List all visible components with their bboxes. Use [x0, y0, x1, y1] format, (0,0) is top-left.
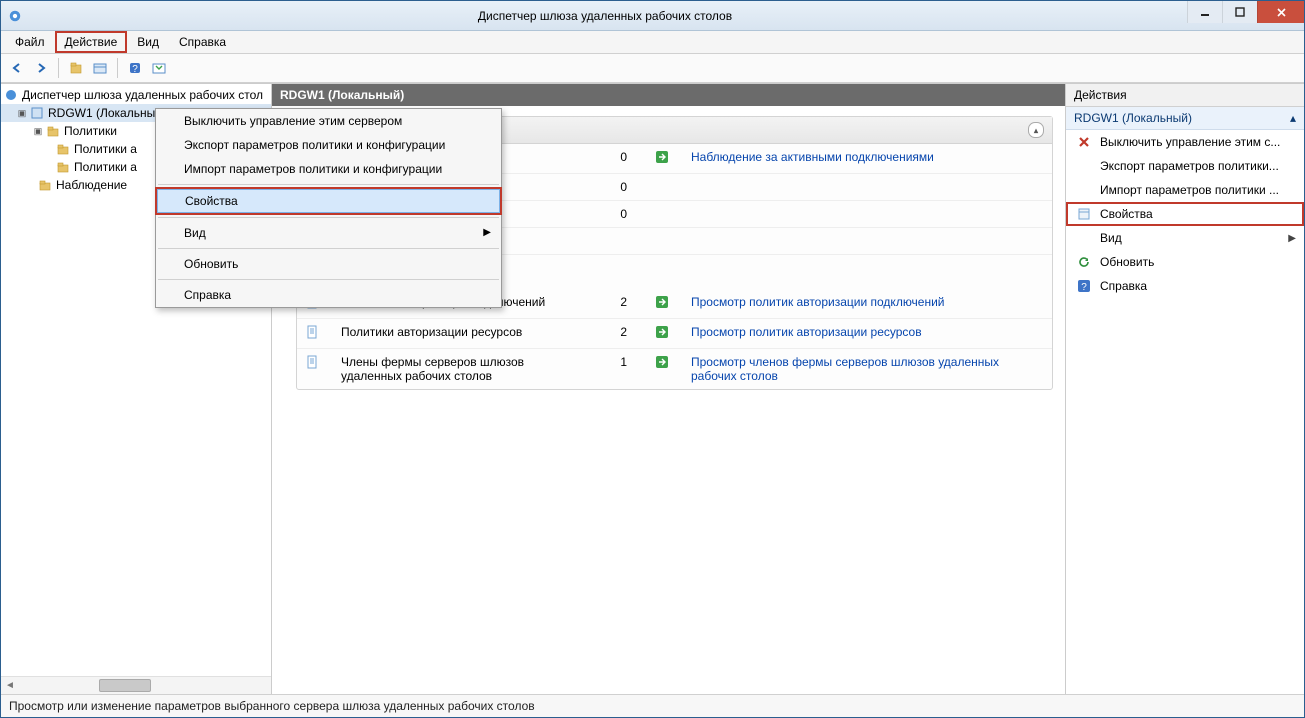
gateway-icon: [3, 87, 19, 103]
toolbar-btn-1[interactable]: [66, 58, 86, 78]
server-icon: [29, 105, 45, 121]
stats-link[interactable]: Просмотр политик авторизации ресурсов: [691, 325, 922, 339]
tree-expander[interactable]: ▣: [15, 108, 29, 119]
chevron-right-icon: ▶: [1288, 233, 1296, 244]
none-icon: [1076, 158, 1092, 174]
titlebar: Диспетчер шлюза удаленных рабочих столов: [1, 1, 1304, 31]
app-window: Диспетчер шлюза удаленных рабочих столов…: [0, 0, 1305, 718]
tree-monitoring-label: Наблюдение: [56, 178, 127, 192]
nav-forward-button[interactable]: [31, 58, 51, 78]
x-icon: [1076, 134, 1092, 150]
action-label: Вид: [1100, 231, 1280, 245]
menubar: Файл Действие Вид Справка: [1, 31, 1304, 54]
context-menu: Выключить управление этим серверомЭкспор…: [155, 108, 502, 308]
app-icon: [7, 8, 23, 24]
nav-back-button[interactable]: [7, 58, 27, 78]
folder-icon: [55, 141, 71, 157]
stats-link[interactable]: Просмотр политик авторизации подключений: [691, 295, 945, 309]
action-item[interactable]: Экспорт параметров политики...: [1066, 154, 1304, 178]
action-item[interactable]: Обновить: [1066, 250, 1304, 274]
actions-sub[interactable]: RDGW1 (Локальный) ▴: [1066, 107, 1304, 130]
tree-item-label: Политики а: [74, 160, 137, 174]
maximize-button[interactable]: [1222, 1, 1257, 23]
chevron-right-icon: ▶: [483, 227, 491, 238]
toolbar-help-button[interactable]: ?: [125, 58, 145, 78]
menu-help[interactable]: Справка: [169, 31, 236, 53]
actions-sub-label: RDGW1 (Локальный): [1074, 111, 1192, 125]
menu-action[interactable]: Действие: [55, 31, 128, 53]
tree-policies-label: Политики: [64, 124, 117, 138]
stats-link[interactable]: Просмотр членов фермы серверов шлюзов уд…: [691, 355, 999, 383]
action-label: Выключить управление этим с...: [1100, 135, 1296, 149]
context-menu-item[interactable]: Справка: [156, 283, 501, 307]
context-menu-item[interactable]: Импорт параметров политики и конфигураци…: [156, 157, 501, 181]
window-title: Диспетчер шлюза удаленных рабочих столов: [23, 9, 1187, 23]
toolbar: ?: [1, 54, 1304, 83]
action-item[interactable]: ? Справка: [1066, 274, 1304, 298]
action-label: Обновить: [1100, 255, 1296, 269]
none-icon: [1076, 230, 1092, 246]
chevron-up-icon: ▴: [1290, 111, 1296, 125]
toolbar-btn-4[interactable]: [149, 58, 169, 78]
action-list: Выключить управление этим с... Экспорт па…: [1066, 130, 1304, 694]
action-item[interactable]: Выключить управление этим с...: [1066, 130, 1304, 154]
none-icon: [1076, 182, 1092, 198]
menu-file[interactable]: Файл: [5, 31, 55, 53]
action-item[interactable]: Вид ▶: [1066, 226, 1304, 250]
folder-icon: [37, 177, 53, 193]
stats-row: Члены фермы серверов шлюзов удаленных ра…: [297, 349, 1052, 390]
minimize-button[interactable]: [1187, 1, 1222, 23]
context-menu-item[interactable]: Обновить: [156, 252, 501, 276]
action-item[interactable]: Свойства: [1066, 202, 1304, 226]
svg-text:?: ?: [132, 64, 138, 75]
toolbar-separator: [58, 58, 59, 78]
action-label: Экспорт параметров политики...: [1100, 159, 1296, 173]
context-menu-item[interactable]: Экспорт параметров политики и конфигурац…: [156, 133, 501, 157]
action-label: Справка: [1100, 279, 1296, 293]
toolbar-btn-2[interactable]: [90, 58, 110, 78]
folder-icon: [55, 159, 71, 175]
help-icon: ?: [1076, 278, 1092, 294]
scrollbar-thumb[interactable]: [99, 679, 151, 692]
tree-root-label: Диспетчер шлюза удаленных рабочих стол: [22, 88, 263, 102]
action-item[interactable]: Импорт параметров политики ...: [1066, 178, 1304, 202]
context-menu-item[interactable]: Свойства: [157, 189, 500, 213]
actions-pane: Действия RDGW1 (Локальный) ▴ Выключить у…: [1066, 84, 1304, 694]
tree-item-label: Политики а: [74, 142, 137, 156]
props-icon: [1076, 206, 1092, 222]
toolbar-separator: [117, 58, 118, 78]
tree-h-scrollbar[interactable]: ◄: [1, 676, 271, 694]
window-buttons: [1187, 1, 1304, 30]
stats-link[interactable]: Наблюдение за активными подключениями: [691, 150, 934, 164]
tree-server-label: RDGW1 (Локальный): [48, 106, 166, 120]
actions-head: Действия: [1066, 84, 1304, 107]
action-label: Импорт параметров политики ...: [1100, 183, 1296, 197]
action-label: Свойства: [1100, 207, 1296, 221]
stats-row: Политики авторизации ресурсов2Просмотр п…: [297, 319, 1052, 349]
tree-expander[interactable]: ▣: [31, 126, 45, 137]
folder-icon: [45, 123, 61, 139]
refresh-icon: [1076, 254, 1092, 270]
svg-text:?: ?: [1081, 282, 1087, 293]
context-menu-item[interactable]: Вид▶: [156, 221, 501, 245]
close-button[interactable]: [1257, 1, 1304, 23]
statusbar: Просмотр или изменение параметров выбран…: [1, 694, 1304, 717]
center-header: RDGW1 (Локальный): [272, 84, 1065, 106]
collapse-icon[interactable]: ▴: [1028, 122, 1044, 138]
status-text: Просмотр или изменение параметров выбран…: [9, 699, 535, 713]
tree-root[interactable]: Диспетчер шлюза удаленных рабочих стол: [1, 86, 271, 104]
context-menu-item[interactable]: Выключить управление этим сервером: [156, 109, 501, 133]
menu-view[interactable]: Вид: [127, 31, 169, 53]
